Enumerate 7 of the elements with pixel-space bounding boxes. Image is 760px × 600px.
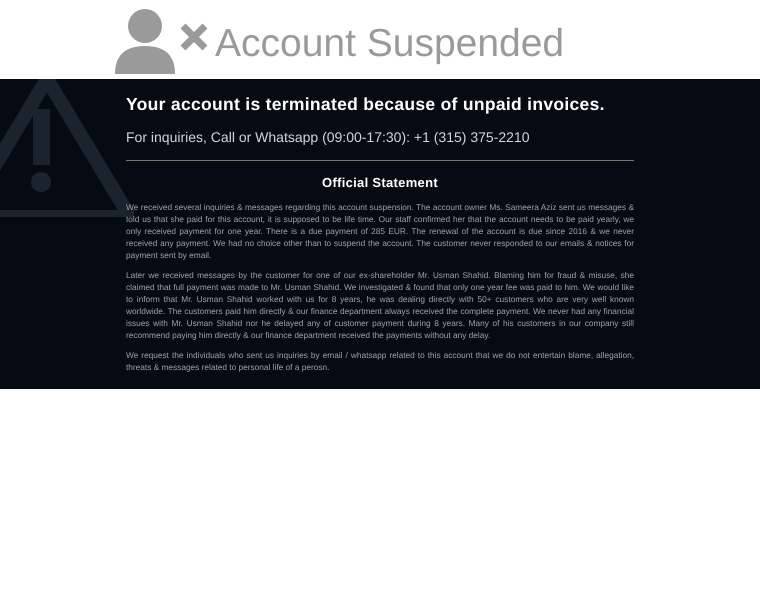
statement-paragraph: We received several inquiries & messages regarding this account suspension. The account owner Ms. Sameera Aziz sent us messages & told us that she paid for this account, it is supposed to be life time. Our staff confirmed her that the account needs to be paid yearly, we only received payment for one year. There is a due payment of 285 EUR. The renewal of the account is due since 2016 & we never received any payment. We had no choice other than to suspend the account. The customer never responded to our emails & notices for payment sent by email.	[126, 200, 634, 261]
statement-title: Official Statement	[321, 174, 439, 192]
page-title: Account Suspended	[215, 24, 564, 63]
notice-heading: Your account is terminated because of unpaid invoices.	[126, 93, 606, 116]
statement-paragraph: Later we received messages by the customer for one of our ex-shareholder Mr. Usman Shahid. Blaming him for fraud & misuse, she claimed that full payment was made to Mr. Usman Shahid. We investigated & found that only one year fee was paid to him. We would like to inform that Mr. Usman Shahid worked with us for 8 years, he was dealing directly with 50+ customers who are very well known worldwide. The customers paid him directly & our finance department always received the complete payment. We never had any financial issues with Mr. Usman Shahid nor he delayed any of customer payment during 8 years. Many of his customers in our company still recommend paying him directly & our finance department received the payments without any delay.	[126, 268, 634, 341]
contact-line: For inquiries, Call or Whatsapp (09:00-17:30): +1 (315) 375-2210	[126, 128, 530, 148]
statement-paragraph: We request the individuals who sent us inquiries by email / whatsapp related to this account that we do not entertain blame, allegation, threats & messages related to personal life of a perosn.	[126, 348, 634, 373]
